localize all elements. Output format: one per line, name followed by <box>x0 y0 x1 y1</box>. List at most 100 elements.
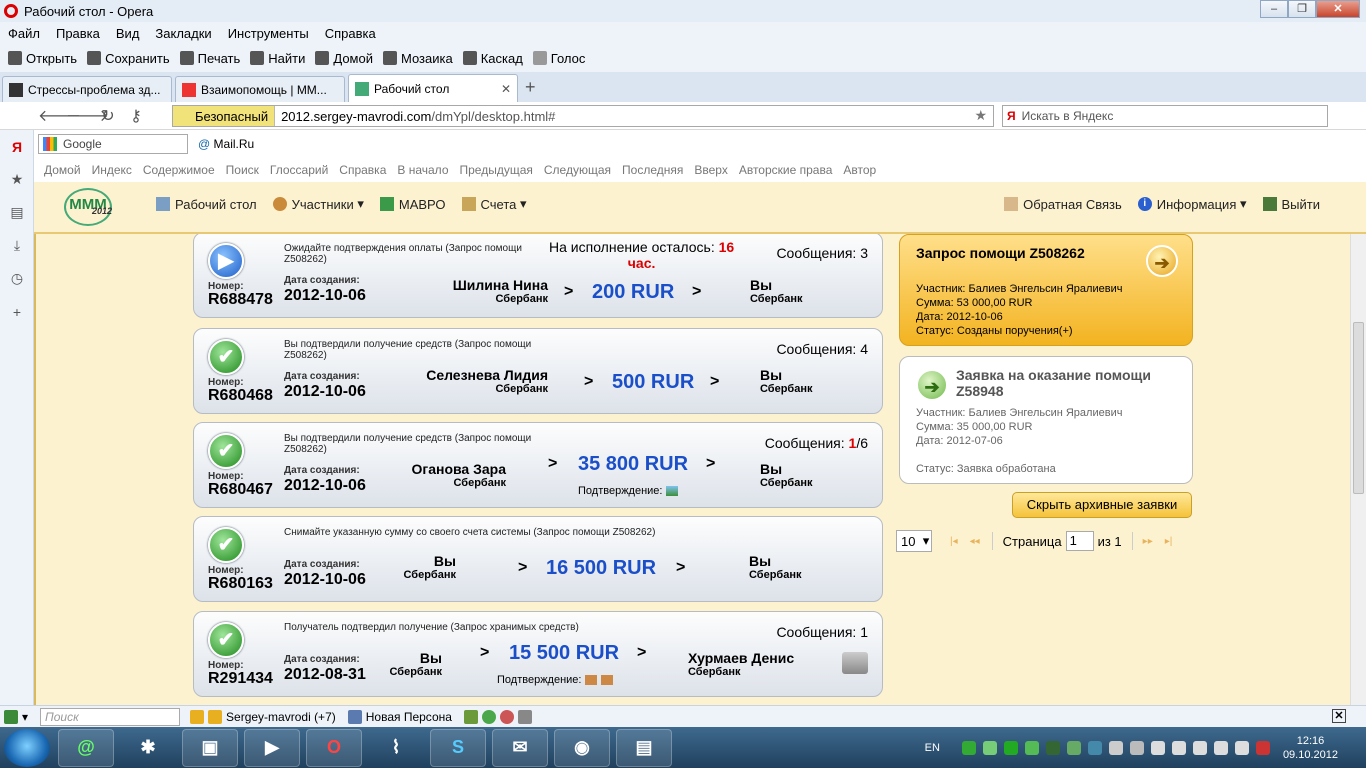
navlink-index[interactable]: Индекс <box>92 163 132 177</box>
tab-mutual-aid[interactable]: Взаимопомощь | ММ... <box>175 76 345 102</box>
google-search-field[interactable]: Google <box>38 134 188 154</box>
nav-feedback[interactable]: Обратная Связь <box>1004 197 1122 212</box>
close-window-button[interactable]: ✕ <box>1316 0 1360 18</box>
navlink-search[interactable]: Поиск <box>226 163 259 177</box>
mail-agent-icon[interactable]: @ <box>58 728 114 767</box>
opera-taskbar-icon[interactable]: O <box>306 728 362 767</box>
maximize-button[interactable]: ❐ <box>1288 0 1316 18</box>
tray-app-icon[interactable] <box>1129 740 1144 755</box>
transfer-card[interactable]: ✔ Снимайте указанную сумму со своего сче… <box>193 516 883 602</box>
tray-app-icon[interactable] <box>982 740 997 755</box>
arrow-right-icon[interactable]: ➔ <box>1146 245 1178 277</box>
first-page-icon[interactable]: |◂ <box>950 536 958 547</box>
nav-logout[interactable]: Выйти <box>1262 197 1320 212</box>
document-icon[interactable] <box>585 675 598 686</box>
nav-mavro[interactable]: МАВРО <box>379 197 446 212</box>
minimize-button[interactable]: – <box>1260 0 1288 18</box>
navlink-last[interactable]: Последняя <box>622 163 683 177</box>
menu-bookmarks[interactable]: Закладки <box>155 26 211 41</box>
navlink-author[interactable]: Автор <box>843 163 876 177</box>
nav-information[interactable]: i Информация ▾ <box>1137 196 1247 212</box>
power-icon[interactable] <box>1234 740 1249 755</box>
voice-button[interactable]: Голос <box>532 51 585 66</box>
tab-stress[interactable]: Стрессы-проблема зд... <box>2 76 172 102</box>
clock-icon[interactable] <box>499 709 514 724</box>
close-statusbar-icon[interactable]: ✕ <box>1332 709 1346 723</box>
menu-tools[interactable]: Инструменты <box>228 26 309 41</box>
sound-icon[interactable] <box>1213 740 1228 755</box>
open-button[interactable]: Открыть <box>8 51 77 66</box>
find-button[interactable]: Найти <box>250 51 305 66</box>
tray-app-icon[interactable] <box>1087 740 1102 755</box>
transfer-card[interactable]: ▶ Ожидайте подтверждения оплаты (Запрос … <box>193 234 883 318</box>
tray-app-icon[interactable] <box>1024 740 1039 755</box>
menu-edit[interactable]: Правка <box>56 26 100 41</box>
addon-icon[interactable] <box>463 709 478 724</box>
transfer-card[interactable]: ✔ Вы подтвердили получение средств (Запр… <box>193 328 883 414</box>
close-tab-icon[interactable]: ✕ <box>501 82 511 96</box>
navlink-up[interactable]: Вверх <box>694 163 727 177</box>
hide-archive-button[interactable]: Скрыть архивные заявки <box>1012 492 1192 518</box>
skype-icon[interactable]: S <box>430 728 486 767</box>
refresh-green-icon[interactable] <box>481 709 496 724</box>
aid-application-card[interactable]: ➔ Заявка на оказание помощи Z58948 Участ… <box>899 356 1193 484</box>
downloads-icon[interactable]: ⤓ <box>0 229 34 262</box>
bookmarks-star-icon[interactable]: ★ <box>0 163 34 196</box>
status-search-field[interactable]: Поиск <box>40 707 181 726</box>
tile-button[interactable]: Мозаика <box>382 51 453 66</box>
navlink-help[interactable]: Справка <box>339 163 386 177</box>
pictures-icon[interactable]: ▣ <box>182 728 238 767</box>
print-button[interactable]: Печать <box>179 51 240 66</box>
cascade-button[interactable]: Каскад <box>462 51 523 66</box>
antivirus-icon[interactable] <box>1255 740 1270 755</box>
tab-desktop[interactable]: Рабочий стол ✕ <box>348 74 518 102</box>
history-clock-icon[interactable]: ◷ <box>0 262 34 295</box>
whale-icon[interactable]: ⌇ <box>368 729 424 767</box>
last-page-icon[interactable]: ▸| <box>1165 536 1173 547</box>
menu-help[interactable]: Справка <box>325 26 376 41</box>
tray-app-icon[interactable] <box>1003 740 1018 755</box>
home-icon[interactable] <box>517 709 532 724</box>
next-page-icon[interactable]: ▸▸ <box>1143 536 1153 547</box>
bookmark-star-icon[interactable]: ★ <box>974 107 987 124</box>
tray-app-icon[interactable] <box>1066 740 1081 755</box>
help-request-card[interactable]: Запрос помощи Z508262 ➔ Участник: Балиев… <box>899 234 1193 346</box>
navlink-next[interactable]: Следующая <box>544 163 611 177</box>
add-panel-icon[interactable]: + <box>0 295 34 328</box>
transfer-card[interactable]: ✔ Получатель подтвердил получение (Запро… <box>193 611 883 697</box>
language-indicator[interactable]: EN <box>925 742 940 754</box>
volume-icon[interactable] <box>1171 740 1186 755</box>
start-button[interactable] <box>4 728 50 767</box>
reload-icon[interactable]: ↻ <box>94 106 122 126</box>
scrollbar-thumb[interactable] <box>1353 322 1364 494</box>
mmm-logo[interactable]: МММ 2012 <box>64 188 112 226</box>
document-icon[interactable] <box>601 675 614 686</box>
notepad-icon[interactable]: ▤ <box>616 728 672 767</box>
prev-page-icon[interactable]: ◂◂ <box>970 536 980 547</box>
key-icon[interactable]: ⚷ <box>122 106 150 126</box>
new-persona-item[interactable]: Новая Персона <box>347 709 452 724</box>
nav-desktop[interactable]: Рабочий стол <box>156 197 257 212</box>
flag-icon[interactable] <box>1192 740 1207 755</box>
save-button[interactable]: Сохранить <box>87 51 170 66</box>
new-tab-button[interactable]: + <box>525 77 536 98</box>
card-messages[interactable]: Сообщения: 1/6 <box>765 435 868 451</box>
search-field[interactable]: Я Искать в Яндекс <box>1002 105 1328 127</box>
clock[interactable]: 12:16 09.10.2012 <box>1283 734 1338 762</box>
media-player-icon[interactable]: ▶ <box>244 728 300 767</box>
navlink-copyright[interactable]: Авторские права <box>739 163 833 177</box>
navlink-contents[interactable]: Содержимое <box>143 163 215 177</box>
friends-item[interactable]: Sergey-mavrodi (+7) <box>190 709 336 724</box>
transfer-card[interactable]: ✔ Вы подтвердили получение средств (Запр… <box>193 422 883 508</box>
yandex-panel-icon[interactable]: Я <box>0 130 34 163</box>
page-input[interactable]: 1 <box>1065 531 1094 551</box>
card-messages[interactable]: Сообщения: 4 <box>776 341 868 357</box>
tray-app-icon[interactable] <box>961 740 976 755</box>
card-messages[interactable]: Сообщения: 1 <box>776 624 868 640</box>
navlink-home[interactable]: Домой <box>44 163 81 177</box>
forward-icon[interactable]: 🡒 <box>66 105 109 126</box>
per-page-select[interactable]: 10 ▾ <box>896 530 932 552</box>
notes-icon[interactable]: ▤ <box>0 196 34 229</box>
nav-accounts[interactable]: Счета ▾ <box>461 196 527 212</box>
network-icon[interactable] <box>1150 740 1165 755</box>
